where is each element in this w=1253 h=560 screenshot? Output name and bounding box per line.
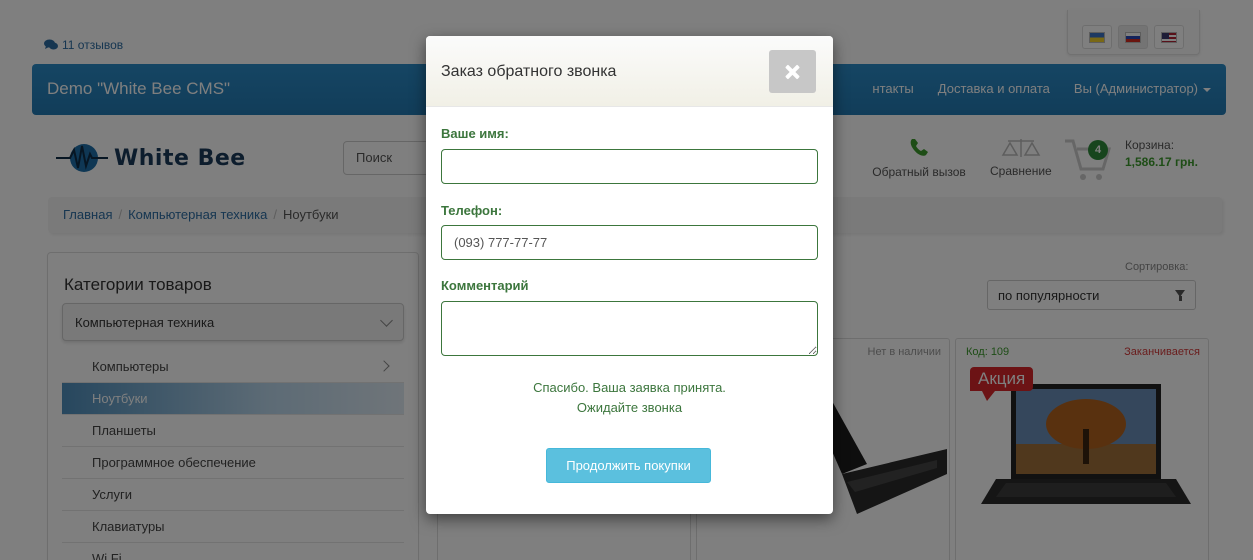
comment-field[interactable] xyxy=(441,301,818,356)
success-message-line2: Ожидайте звонка xyxy=(576,400,683,415)
close-icon[interactable] xyxy=(769,50,816,93)
phone-label: Телефон: xyxy=(441,203,503,218)
callback-modal: Заказ обратного звонка Ваше имя: Телефон… xyxy=(426,36,833,514)
modal-title: Заказ обратного звонка xyxy=(441,63,617,80)
name-label: Ваше имя: xyxy=(441,126,509,141)
success-message-line1: Спасибо. Ваша заявка принята. xyxy=(533,380,726,395)
name-field[interactable] xyxy=(441,149,818,184)
modal-header: Заказ обратного звонка xyxy=(426,36,833,107)
comment-label: Комментарий xyxy=(441,278,529,293)
phone-field[interactable] xyxy=(441,225,818,260)
continue-shopping-button[interactable]: Продолжить покупки xyxy=(546,448,711,483)
